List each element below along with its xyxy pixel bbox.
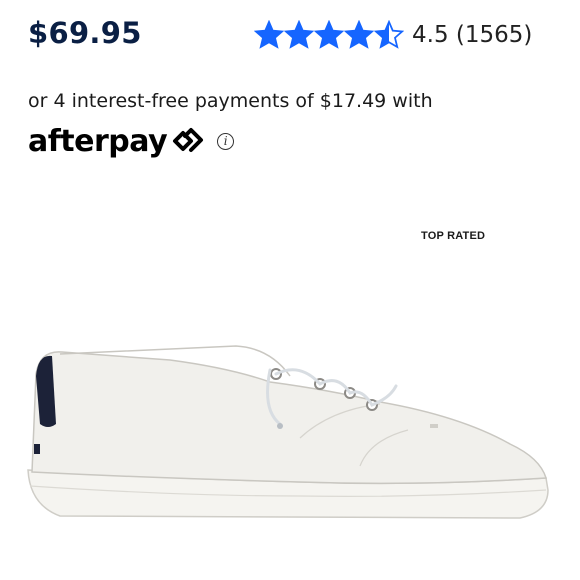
top-rated-badge: TOP RATED <box>421 230 486 242</box>
rating[interactable]: 4.5 (1565) <box>254 18 532 52</box>
afterpay-logo: afterpay <box>28 123 168 159</box>
rating-text: 4.5 (1565) <box>412 22 533 48</box>
star-icon <box>284 20 314 49</box>
star-icon <box>254 20 284 49</box>
afterpay-row: afterpay i <box>28 122 235 160</box>
product-price: $69.95 <box>28 16 142 50</box>
rating-stars <box>254 20 404 50</box>
star-icon <box>314 20 344 49</box>
afterpay-loop-icon <box>173 128 204 152</box>
sneaker-image <box>27 345 549 519</box>
star-icon <box>344 20 374 49</box>
star-icon <box>374 20 404 49</box>
installment-message: or 4 interest-free payments of $17.49 wi… <box>28 90 433 112</box>
info-icon[interactable]: i <box>217 132 235 150</box>
